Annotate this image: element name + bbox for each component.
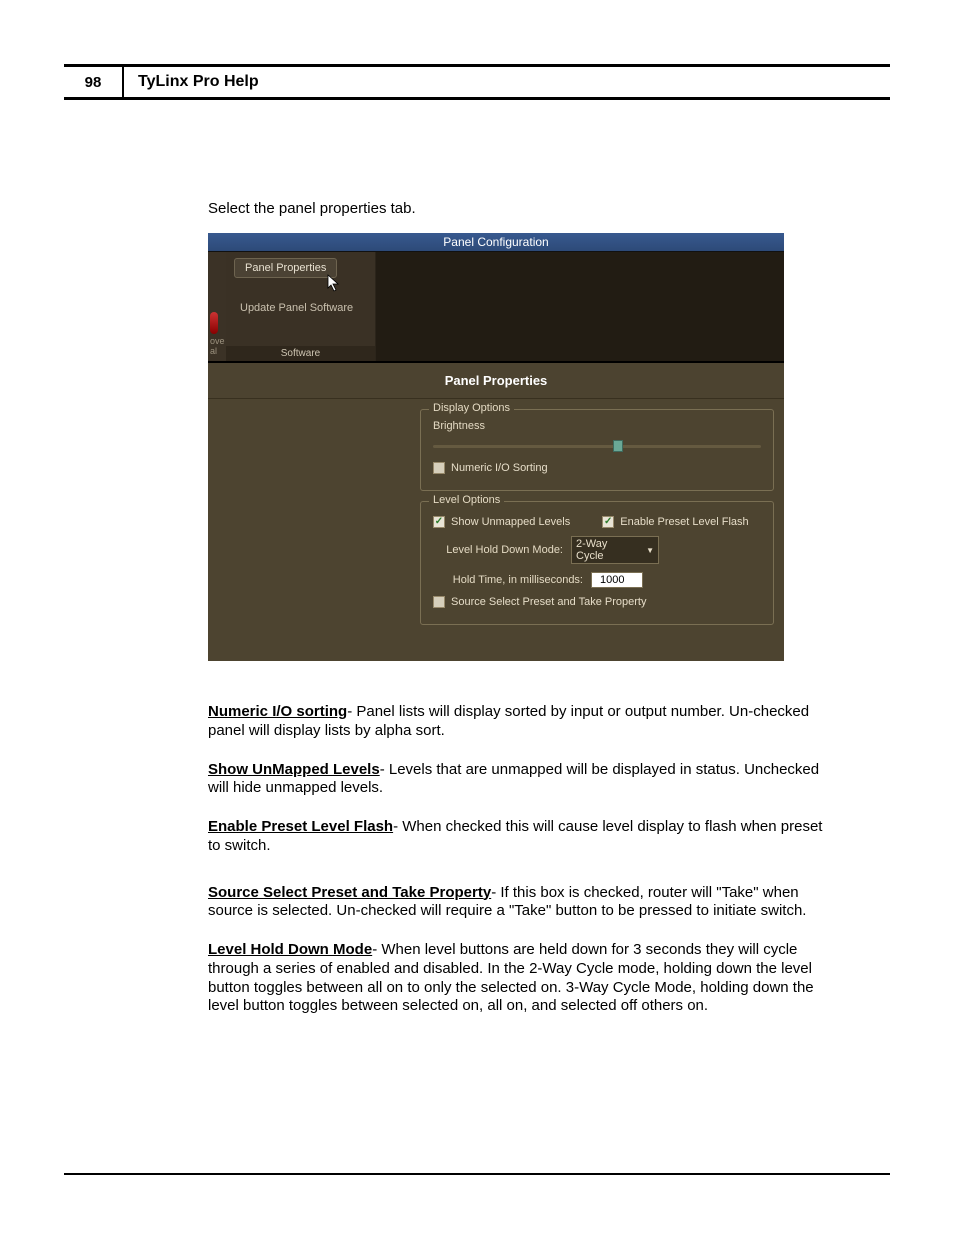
- show-unmapped-levels-checkbox[interactable]: ✓: [433, 516, 445, 528]
- intro-text: Select the panel properties tab.: [208, 200, 824, 217]
- hold-time-input[interactable]: 1000: [591, 572, 643, 588]
- doc-title: TyLinx Pro Help: [124, 67, 259, 97]
- tab-panel-properties[interactable]: Panel Properties: [234, 258, 337, 278]
- page-number: 98: [64, 67, 124, 97]
- cursor-icon: [326, 274, 342, 297]
- brightness-label: Brightness: [433, 420, 761, 432]
- level-hold-down-mode-select[interactable]: 2-Way Cycle ▼: [571, 536, 659, 564]
- enable-preset-level-flash-checkbox[interactable]: ✓: [602, 516, 614, 528]
- strip-text-a: ove: [210, 336, 225, 346]
- source-select-preset-label: Source Select Preset and Take Property: [451, 596, 646, 608]
- level-options-group: Level Options ✓ Show Unmapped Levels ✓ E…: [420, 501, 774, 625]
- hold-time-label: Hold Time, in milliseconds:: [433, 574, 583, 586]
- show-unmapped-levels-label: Show Unmapped Levels: [451, 516, 570, 528]
- select-value: 2-Way Cycle: [576, 538, 636, 562]
- ribbon-body: ove al Panel Properties Update Panel Sof…: [208, 252, 784, 362]
- term-enable-flash: Enable Preset Level Flash: [208, 818, 393, 835]
- para-numeric-io: Numeric I/O sorting- Panel lists will di…: [208, 703, 824, 741]
- slider-track: [433, 445, 761, 448]
- panel-properties-title: Panel Properties: [208, 363, 784, 399]
- source-select-preset-checkbox[interactable]: [433, 596, 445, 608]
- enable-preset-level-flash-label: Enable Preset Level Flash: [620, 516, 748, 528]
- page-header: 98 TyLinx Pro Help: [64, 64, 890, 100]
- para-hold-down: Level Hold Down Mode- When level buttons…: [208, 941, 824, 1016]
- update-panel-software-button[interactable]: Update Panel Software: [240, 302, 353, 314]
- term-hold-down: Level Hold Down Mode: [208, 941, 372, 958]
- footer-rule: [64, 1173, 890, 1175]
- term-source-select: Source Select Preset and Take Property: [208, 884, 491, 901]
- display-options-legend: Display Options: [429, 402, 514, 414]
- numeric-io-sorting-checkbox[interactable]: [433, 462, 445, 474]
- strip-text-b: al: [210, 346, 217, 356]
- display-options-group: Display Options Brightness Numeric I/O S…: [420, 409, 774, 491]
- ribbon-knob-icon: [210, 312, 218, 334]
- para-enable-flash: Enable Preset Level Flash- When checked …: [208, 818, 824, 856]
- slider-thumb[interactable]: [613, 440, 623, 452]
- panel-properties-section: Panel Properties Display Options Brightn…: [208, 362, 784, 661]
- para-source-select: Source Select Preset and Take Property- …: [208, 884, 824, 922]
- term-show-unmapped: Show UnMapped Levels: [208, 761, 380, 778]
- term-numeric-io: Numeric I/O sorting: [208, 703, 347, 720]
- ribbon-group-label: Software: [226, 346, 375, 361]
- ribbon-group-software: Panel Properties Update Panel Software S…: [226, 252, 376, 361]
- embedded-screenshot: Panel Configuration ove al Panel Propert…: [208, 233, 784, 661]
- ribbon-left-strip: ove al: [208, 252, 226, 361]
- ribbon-title-bar: Panel Configuration: [208, 233, 784, 252]
- numeric-io-sorting-label: Numeric I/O Sorting: [451, 462, 548, 474]
- para-show-unmapped: Show UnMapped Levels- Levels that are un…: [208, 761, 824, 799]
- level-options-legend: Level Options: [429, 494, 504, 506]
- brightness-slider[interactable]: [433, 440, 761, 452]
- chevron-down-icon: ▼: [646, 546, 654, 555]
- level-hold-down-mode-label: Level Hold Down Mode:: [433, 544, 563, 556]
- ribbon-empty-area: [376, 252, 784, 361]
